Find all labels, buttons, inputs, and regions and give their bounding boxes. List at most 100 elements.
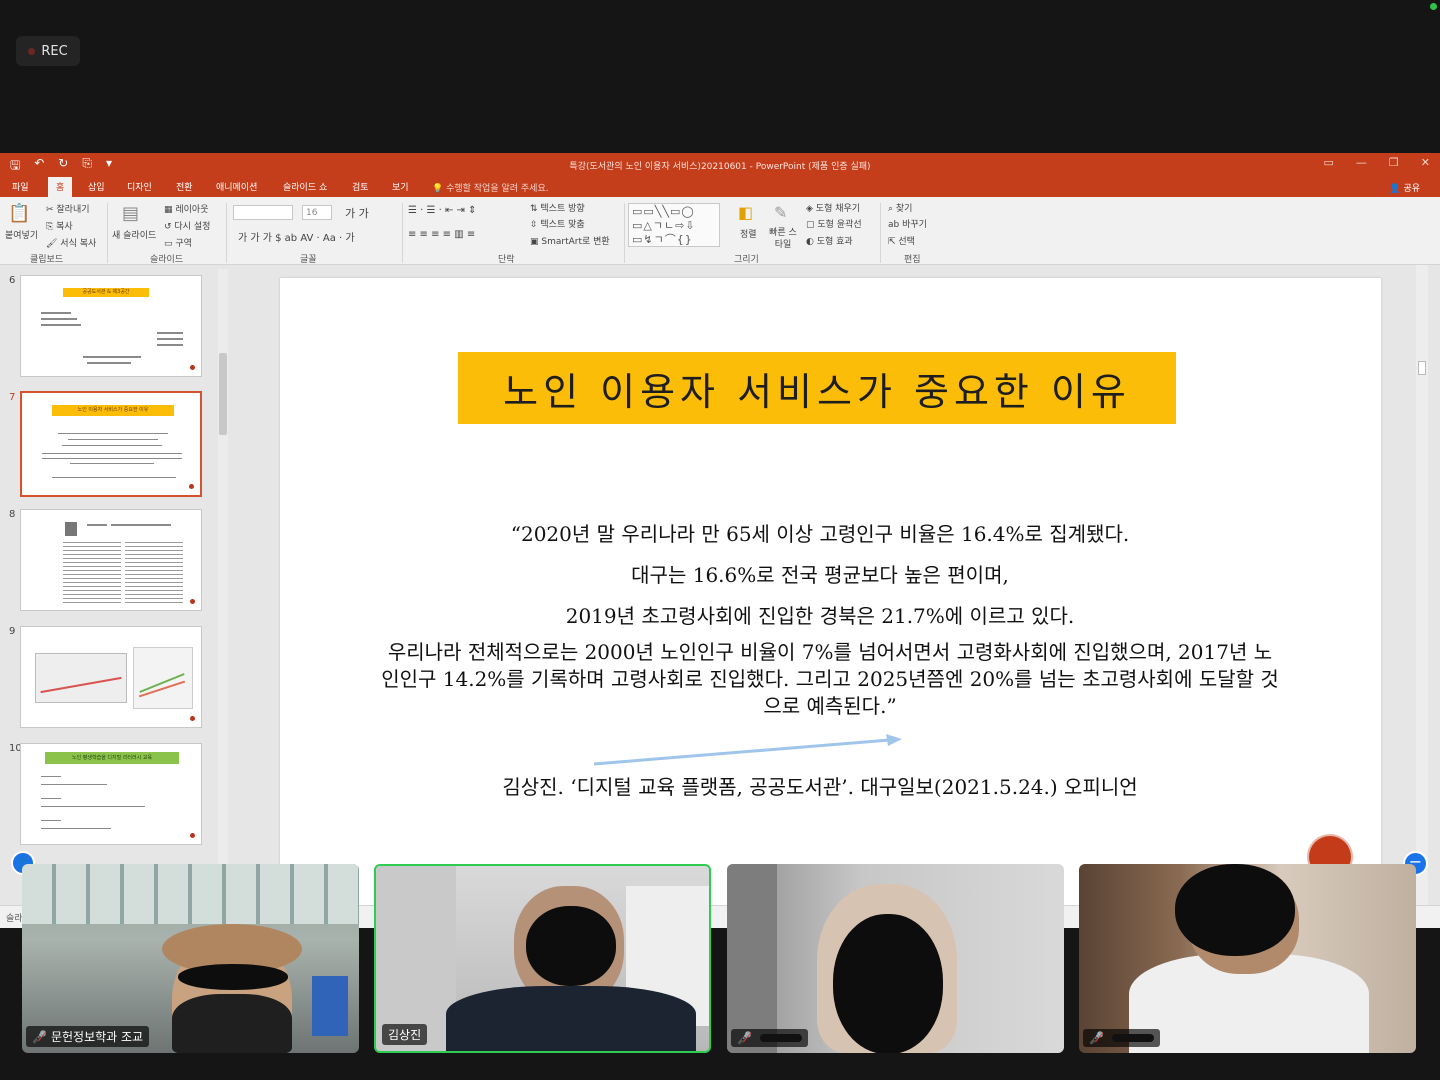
ceiling-background (22, 864, 359, 924)
tab-file[interactable]: 파일 (12, 180, 29, 193)
quick-styles-button[interactable]: 빠른 스타일 (766, 227, 800, 251)
thumbnail-scrollbar[interactable] (218, 269, 228, 899)
slide-title-box[interactable]: 노인 이용자 서비스가 중요한 이유 (458, 352, 1176, 424)
participant-tile-4[interactable]: 🎤̸ (1079, 864, 1416, 1053)
section-button[interactable]: ▭ 구역 (164, 236, 192, 249)
privacy-scribble (526, 906, 616, 986)
scroll-thumb[interactable] (1418, 361, 1426, 375)
restore-icon[interactable]: ❐ (1389, 156, 1399, 169)
slide-thumbnail-9[interactable] (20, 626, 202, 728)
quick-styles-icon[interactable]: ✎ (774, 203, 787, 222)
tab-view[interactable]: 보기 (392, 180, 409, 193)
copy-button[interactable]: ⎘ 복사 (46, 219, 73, 232)
thumb-logo (189, 484, 194, 489)
shapes-gallery[interactable]: ▭▭╲╲▭◯ ▭△ㄱㄴ⇨⇩ ▭↯ㄱ⌒{} (628, 203, 720, 247)
recording-indicator: REC (16, 36, 80, 66)
thumb-number: 6 (9, 275, 16, 286)
thumb-text (41, 806, 145, 807)
smartart-label: SmartArt로 변환 (541, 237, 610, 247)
thumb-text (41, 312, 71, 314)
thumb-text (157, 344, 183, 346)
slide-thumbnail-10[interactable]: 노인 평생학습을 디지털 리터러시 교육 (20, 743, 202, 845)
thumb-text (52, 477, 176, 478)
doorframe (727, 864, 777, 1053)
thumb-title: 공공도서관 & 제3공간 (63, 288, 149, 297)
thumb-text (157, 338, 183, 340)
tab-review[interactable]: 검토 (352, 180, 369, 193)
reset-button[interactable]: ↺ 다시 설정 (164, 219, 210, 232)
paste-button[interactable]: 붙여넣기 (5, 228, 38, 241)
current-slide[interactable]: 노인 이용자 서비스가 중요한 이유 “2020년 말 우리나라 만 65세 이… (280, 278, 1381, 905)
citation: 김상진. ‘디지털 교육 플랫폼, 공공도서관’. 대구일보(2021.5.24… (502, 775, 1138, 799)
ribbon-separator (880, 203, 881, 263)
tab-transitions[interactable]: 전환 (176, 180, 193, 193)
smartart-button[interactable]: ▣ SmartArt로 변환 (530, 234, 610, 247)
arrow-head (886, 734, 902, 746)
arrange-icon[interactable]: ◧ (738, 203, 753, 222)
ribbon-options-icon[interactable]: ▭ (1324, 156, 1334, 169)
find-button[interactable]: ⌕ 찾기 (888, 201, 912, 214)
share-button[interactable]: 👤 공유 (1383, 179, 1426, 196)
font-format-buttons[interactable]: 가 가 가 $ ab AV · Aa · 가 (238, 229, 355, 244)
tab-design[interactable]: 디자인 (127, 180, 152, 193)
text-direction-button[interactable]: ⇅ 텍스트 방향 (530, 201, 585, 214)
cut-button[interactable]: ✂ 잘라내기 (46, 202, 90, 215)
align-text-button[interactable]: ⇳ 텍스트 맞춤 (530, 217, 585, 230)
paste-icon[interactable]: 📋 (8, 203, 30, 224)
thumb-text (41, 828, 111, 829)
privacy-scribble (833, 914, 943, 1053)
thumb-text (87, 362, 131, 364)
slide-thumbnail-8[interactable] (20, 509, 202, 611)
participant-name: 김상진 (388, 1028, 422, 1042)
font-name-box[interactable] (233, 205, 293, 220)
slide-thumbnail-6[interactable]: 공공도서관 & 제3공간 (20, 275, 202, 377)
new-slide-button[interactable]: 새 슬라이드 (112, 228, 156, 241)
thumb-number: 8 (9, 509, 16, 520)
title-bar: 🖫 ↶ ↻ ⎘ ▾ 특강(도서관의 노인 이용자 서비스)20210601 - … (0, 153, 1440, 177)
participant-tile-3[interactable]: 🎤̸ (727, 864, 1064, 1053)
font-group-label: 글꼴 (300, 255, 317, 265)
grow-font-icon[interactable]: 가 가 (345, 205, 369, 221)
align-buttons[interactable]: ≡ ≡ ≡ ≡ ▥ ≡ (408, 229, 475, 240)
participant-tile-1[interactable]: 🎤̸ 문헌정보학과 조교 (22, 864, 359, 1053)
shape-fill-button[interactable]: ◈ 도형 채우기 (806, 201, 860, 214)
slide-scrollbar[interactable] (1416, 265, 1428, 905)
ribbon-separator (107, 203, 108, 263)
shape-outline-button[interactable]: ▢ 도형 윤곽선 (806, 217, 862, 230)
participant-tile-2[interactable]: 김상진 (374, 864, 711, 1053)
thumb-text (41, 784, 107, 785)
replace-button[interactable]: ab 바꾸기 (888, 217, 927, 230)
tab-insert[interactable]: 삽입 (88, 180, 105, 193)
slide-thumbnail-pane: 6 공공도서관 & 제3공간 7 노인 이용자 서비스가 중요한 이유 8 9 … (0, 265, 232, 905)
record-dot-icon (28, 47, 36, 55)
format-painter-button[interactable]: 🖌 서식 복사 (46, 236, 96, 249)
select-button[interactable]: ⇱ 선택 (888, 234, 915, 247)
tell-me-box[interactable]: 💡 수행할 작업을 알려 주세요. (432, 181, 549, 194)
slide-thumbnail-7[interactable]: 노인 이용자 서비스가 중요한 이유 (20, 391, 202, 497)
reset-label: 다시 설정 (174, 222, 211, 232)
mic-muted-icon: 🎤̸ (32, 1029, 47, 1044)
minimize-icon[interactable]: — (1356, 156, 1367, 169)
mic-muted-icon: 🎤̸ (737, 1031, 752, 1045)
arrange-button[interactable]: 정렬 (740, 227, 757, 240)
list-buttons[interactable]: ☰ · ☰ · ⇤ ⇥ ⇕ (408, 205, 477, 216)
layout-button[interactable]: ▦ 레이아웃 (164, 202, 209, 215)
tab-animations[interactable]: 애니메이션 (216, 180, 257, 193)
camera-active-icon (1430, 3, 1437, 10)
window-title: 특강(도서관의 노인 이용자 서비스)20210601 - PowerPoint… (569, 162, 871, 172)
copy-label: 복사 (56, 222, 73, 232)
thumb-text (83, 356, 141, 358)
replace-label: 바꾸기 (902, 220, 927, 230)
thumb-logo (190, 599, 195, 604)
editing-group-label: 편집 (904, 255, 921, 265)
scroll-thumb[interactable] (219, 353, 227, 435)
font-size-box[interactable]: 16 (302, 205, 332, 220)
thumb-text (41, 776, 61, 777)
shape-effects-button[interactable]: ◐ 도형 효과 (806, 234, 853, 247)
new-slide-icon[interactable]: ▤ (122, 203, 139, 224)
tab-slideshow[interactable]: 슬라이드 쇼 (283, 180, 327, 193)
thumb-text (41, 798, 61, 799)
close-icon[interactable]: ✕ (1421, 156, 1430, 169)
tab-home[interactable]: 홈 (48, 177, 73, 197)
thumb-logo (190, 833, 195, 838)
